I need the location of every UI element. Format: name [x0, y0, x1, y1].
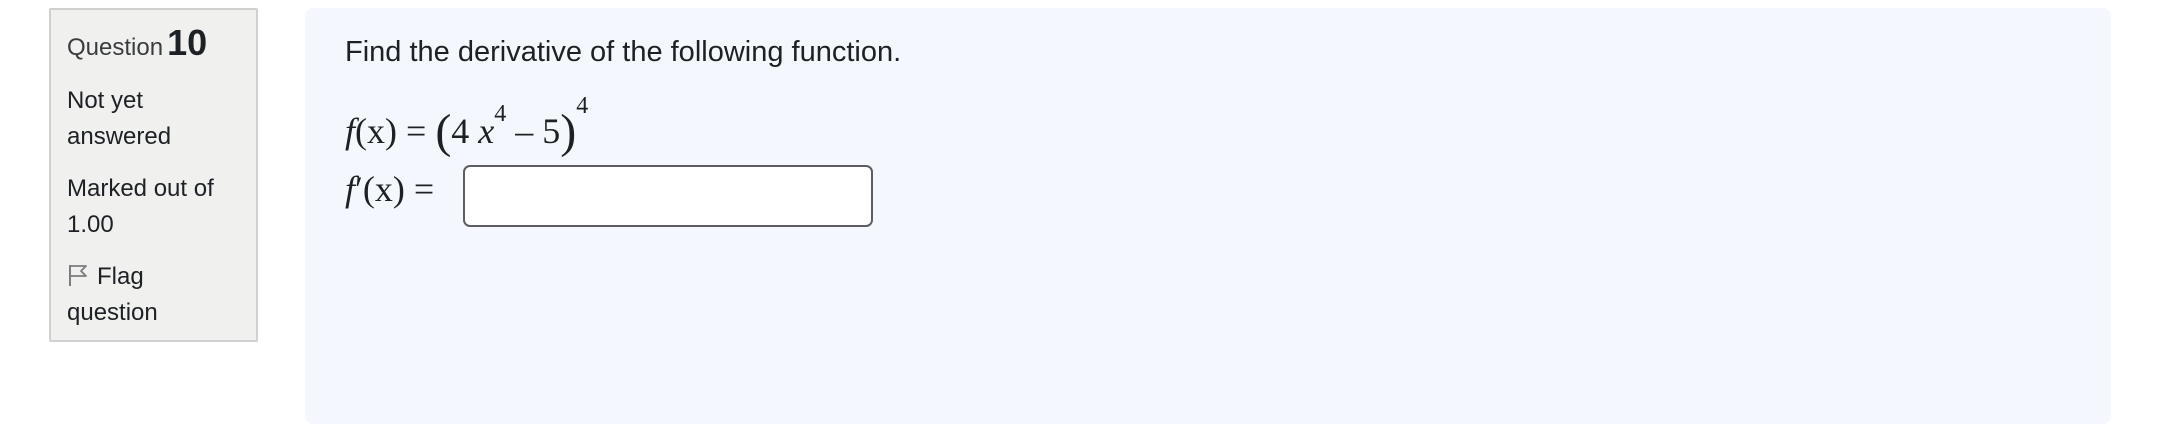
state-line-2: answered: [67, 123, 172, 150]
variable: x: [478, 111, 495, 151]
question-state: Not yet answered: [67, 83, 256, 155]
answer-input[interactable]: [463, 165, 873, 227]
inner-exponent: 4: [494, 101, 507, 127]
question-prompt: Find the derivative of the following fun…: [345, 36, 902, 68]
function-expression: f(x) = (4 x4 – 5)4: [345, 94, 588, 158]
question-label: Question: [67, 34, 164, 61]
question-content: Find the derivative of the following fun…: [305, 8, 2111, 424]
function-argument: (x): [355, 111, 397, 151]
close-paren: ): [560, 105, 577, 158]
outer-exponent: 4: [576, 93, 589, 119]
derivative-equals-sign: =: [413, 169, 435, 209]
prime-mark: ′: [355, 169, 363, 209]
flag-label-line-1: Flag: [97, 263, 144, 290]
derivative-line: f′(x) =: [345, 168, 434, 210]
question-number: 10: [167, 22, 208, 63]
flag-outline-icon: [67, 262, 89, 286]
flag-question-button[interactable]: Flag question: [67, 259, 256, 331]
state-line-1: Not yet: [67, 87, 144, 114]
grade-line-1: Marked out of: [67, 175, 214, 202]
function-name: f: [345, 111, 356, 151]
question-heading: Question 10: [67, 24, 256, 67]
derivative-argument: (x): [362, 169, 405, 209]
coefficient: 4: [451, 111, 470, 151]
open-paren: (: [435, 105, 452, 158]
constant: 5: [542, 111, 561, 151]
grade-line-2: 1.00: [67, 211, 114, 238]
minus-sign: –: [515, 111, 534, 151]
derivative-name: f: [345, 169, 356, 209]
equals-sign: =: [406, 111, 427, 151]
question-grade: Marked out of 1.00: [67, 171, 256, 243]
flag-label-line-2: question: [67, 299, 158, 326]
question-info-panel: Question 10 Not yet answered Marked out o…: [49, 8, 258, 342]
